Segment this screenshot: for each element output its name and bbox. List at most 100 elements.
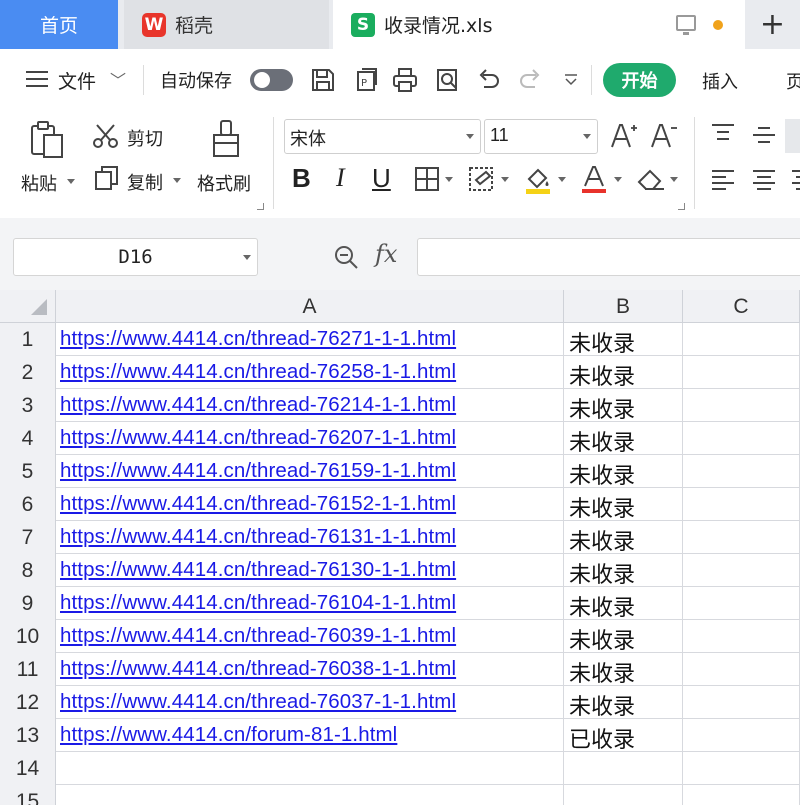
tab-daoke[interactable]: W 稻壳 (124, 0, 329, 49)
cell-a[interactable]: https://www.4414.cn/thread-76038-1-1.htm… (56, 653, 564, 686)
cell-a[interactable]: https://www.4414.cn/thread-76214-1-1.htm… (56, 389, 564, 422)
cell-c[interactable] (683, 521, 800, 554)
align-right-icon[interactable] (790, 169, 800, 191)
url-link[interactable]: https://www.4414.cn/forum-81-1.html (56, 719, 563, 747)
row-header[interactable]: 8 (0, 554, 56, 587)
italic-button[interactable]: I (336, 163, 345, 193)
url-link[interactable]: https://www.4414.cn/thread-76159-1-1.htm… (56, 455, 563, 483)
font-name-select[interactable]: 宋体 (284, 119, 481, 154)
cell-b[interactable]: 未收录 (564, 356, 683, 389)
new-tab-button[interactable]: + (745, 0, 800, 49)
cell-b[interactable]: 未收录 (564, 488, 683, 521)
row-header[interactable]: 4 (0, 422, 56, 455)
cell-b[interactable]: 未收录 (564, 422, 683, 455)
cell-c[interactable] (683, 752, 800, 785)
clear-format-dropdown-icon[interactable] (670, 177, 678, 182)
cell-b[interactable] (564, 752, 683, 785)
decrease-font-size-icon[interactable] (650, 121, 678, 151)
row-header[interactable]: 11 (0, 653, 56, 686)
url-link[interactable]: https://www.4414.cn/thread-76258-1-1.htm… (56, 356, 563, 384)
undo-icon[interactable] (475, 67, 501, 93)
url-link[interactable]: https://www.4414.cn/thread-76130-1-1.htm… (56, 554, 563, 582)
cell-c[interactable] (683, 587, 800, 620)
underline-button[interactable]: U (372, 163, 391, 193)
save-icon[interactable] (310, 67, 336, 93)
url-link[interactable]: https://www.4414.cn/thread-76038-1-1.htm… (56, 653, 563, 681)
cell-a[interactable]: https://www.4414.cn/thread-76271-1-1.htm… (56, 323, 564, 356)
align-left-icon[interactable] (711, 169, 735, 191)
cell-a[interactable]: https://www.4414.cn/thread-76258-1-1.htm… (56, 356, 564, 389)
align-middle-icon[interactable] (752, 125, 776, 145)
url-link[interactable]: https://www.4414.cn/thread-76039-1-1.htm… (56, 620, 563, 648)
column-header-b[interactable]: B (564, 290, 683, 323)
url-link[interactable]: https://www.4414.cn/thread-76037-1-1.htm… (56, 686, 563, 714)
bold-button[interactable]: B (292, 163, 311, 193)
cell-a[interactable]: https://www.4414.cn/thread-76207-1-1.htm… (56, 422, 564, 455)
cell-c[interactable] (683, 653, 800, 686)
formula-input[interactable] (417, 238, 800, 276)
cell-c[interactable] (683, 620, 800, 653)
cell-a[interactable]: https://www.4414.cn/thread-76152-1-1.htm… (56, 488, 564, 521)
cell-c[interactable] (683, 719, 800, 752)
url-link[interactable]: https://www.4414.cn/thread-76104-1-1.htm… (56, 587, 563, 615)
cell-b[interactable]: 未收录 (564, 620, 683, 653)
borders-dropdown-icon[interactable] (445, 177, 453, 182)
copy-icon[interactable] (94, 165, 120, 191)
cell-a[interactable]: https://www.4414.cn/thread-76131-1-1.htm… (56, 521, 564, 554)
row-header[interactable]: 12 (0, 686, 56, 719)
cell-c[interactable] (683, 422, 800, 455)
cell-a[interactable] (56, 785, 564, 805)
name-box[interactable]: D16 (13, 238, 258, 276)
paste-button[interactable]: 粘贴 (21, 170, 57, 196)
autosave-toggle[interactable] (250, 69, 293, 91)
select-all-button[interactable] (0, 290, 56, 323)
font-launcher-icon[interactable] (678, 203, 685, 210)
row-header[interactable]: 9 (0, 587, 56, 620)
font-color-dropdown-icon[interactable] (614, 177, 622, 182)
cell-a[interactable]: https://www.4414.cn/thread-76037-1-1.htm… (56, 686, 564, 719)
url-link[interactable]: https://www.4414.cn/thread-76131-1-1.htm… (56, 521, 563, 549)
cell-style-dropdown-icon[interactable] (501, 177, 509, 182)
paste-icon[interactable] (28, 119, 68, 159)
cell-b[interactable]: 未收录 (564, 653, 683, 686)
quick-access-dropdown-icon[interactable] (562, 71, 580, 89)
row-header[interactable]: 3 (0, 389, 56, 422)
export-pdf-icon[interactable]: P (354, 67, 380, 93)
copy-dropdown-icon[interactable] (173, 178, 181, 183)
row-header[interactable]: 6 (0, 488, 56, 521)
cell-c[interactable] (683, 323, 800, 356)
hamburger-icon[interactable] (26, 71, 48, 87)
url-link[interactable]: https://www.4414.cn/thread-76271-1-1.htm… (56, 323, 563, 351)
column-header-a[interactable]: A (56, 290, 564, 323)
cell-c[interactable] (683, 455, 800, 488)
cell-a[interactable]: https://www.4414.cn/forum-81-1.html (56, 719, 564, 752)
cell-a[interactable] (56, 752, 564, 785)
print-preview-icon[interactable] (435, 67, 461, 93)
font-size-select[interactable]: 11 (484, 119, 598, 154)
url-link[interactable]: https://www.4414.cn/thread-76207-1-1.htm… (56, 422, 563, 450)
row-header[interactable]: 14 (0, 752, 56, 785)
clear-format-icon[interactable] (636, 167, 666, 193)
tab-insert[interactable]: 插入 (702, 68, 738, 94)
paste-dropdown-icon[interactable] (67, 179, 75, 184)
cell-a[interactable]: https://www.4414.cn/thread-76104-1-1.htm… (56, 587, 564, 620)
row-header[interactable]: 15 (0, 785, 56, 805)
tab-page-layout[interactable]: 页 (786, 68, 800, 94)
monitor-icon[interactable] (676, 15, 696, 35)
cell-a[interactable]: https://www.4414.cn/thread-76039-1-1.htm… (56, 620, 564, 653)
cut-button[interactable]: 剪切 (127, 125, 163, 151)
fill-color-dropdown-icon[interactable] (558, 177, 566, 182)
copy-button[interactable]: 复制 (127, 169, 163, 195)
chevron-down-icon[interactable] (243, 255, 251, 260)
cell-c[interactable] (683, 356, 800, 389)
zoom-search-icon[interactable] (333, 244, 360, 271)
cell-a[interactable]: https://www.4414.cn/thread-76159-1-1.htm… (56, 455, 564, 488)
url-link[interactable] (56, 785, 563, 789)
row-header[interactable]: 1 (0, 323, 56, 356)
row-header[interactable]: 7 (0, 521, 56, 554)
cell-b[interactable]: 未收录 (564, 554, 683, 587)
fill-color-icon[interactable] (523, 165, 553, 195)
insert-function-button[interactable]: fx (375, 240, 397, 268)
borders-icon[interactable] (414, 166, 440, 192)
format-painter-icon[interactable] (209, 119, 243, 159)
